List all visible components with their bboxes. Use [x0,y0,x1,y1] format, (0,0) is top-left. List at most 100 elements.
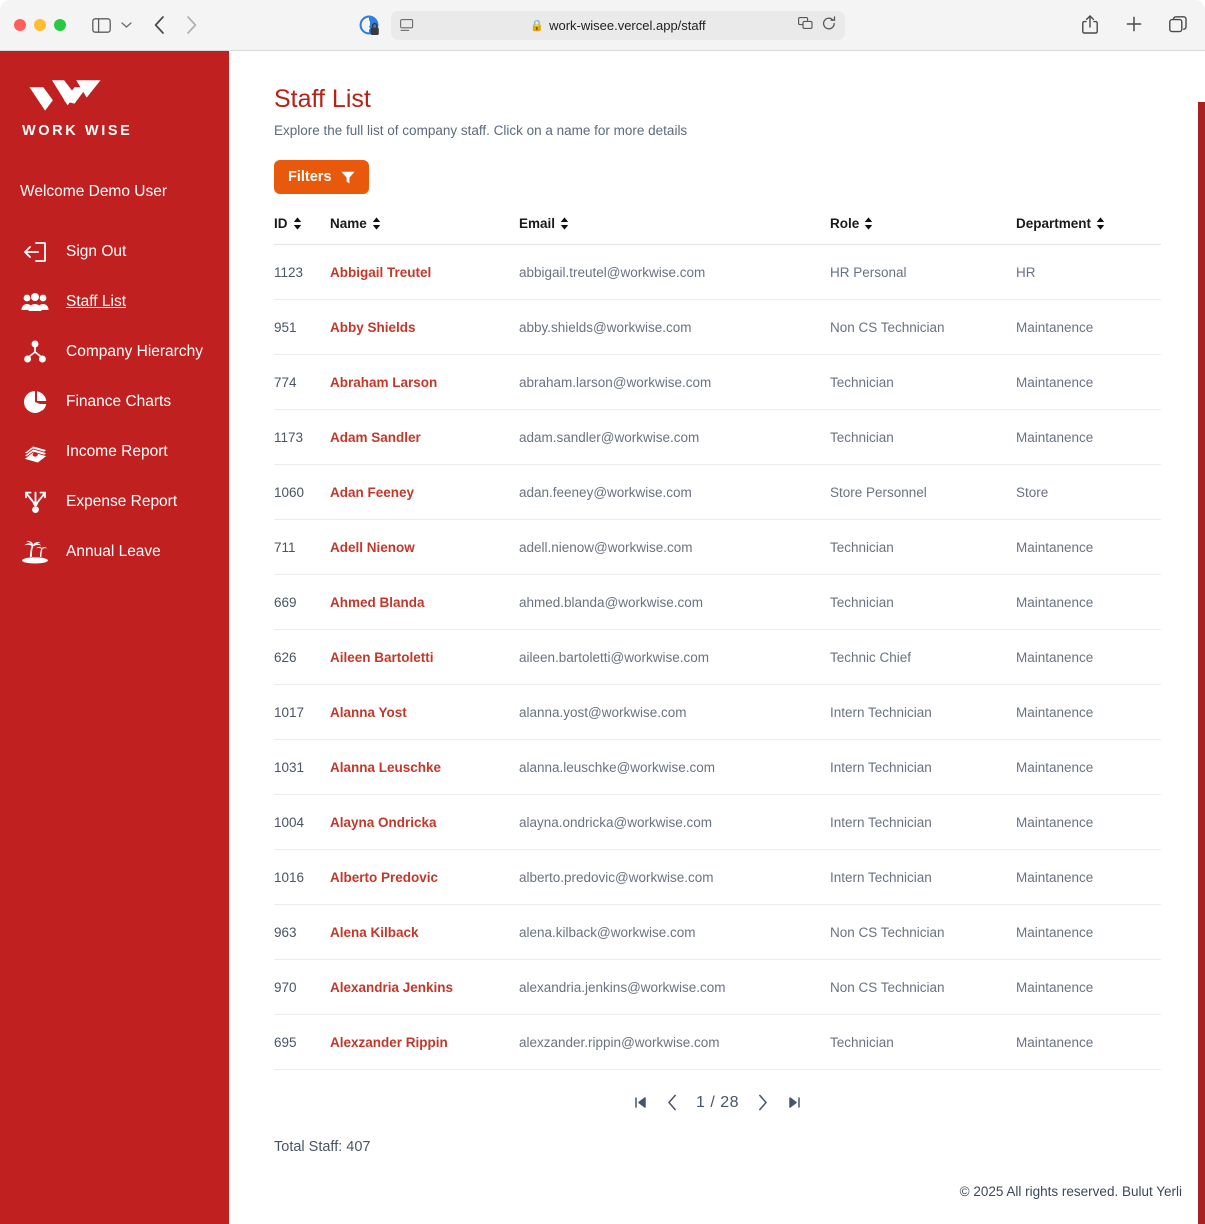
brand-name: WORK WISE [22,123,133,139]
sidebar-item-annual-leave[interactable]: Annual Leave [0,527,229,577]
chevron-down-icon[interactable] [116,14,136,36]
cell-name: Ahmed Blanda [330,574,519,630]
sidebar-item-label: Company Hierarchy [66,343,203,360]
window-right-edge [1198,102,1205,1224]
cell-name: Alanna Yost [330,684,519,740]
table-row: 970 Alexandria Jenkins alexandria.jenkins@… [274,959,1161,1015]
previous-page-button[interactable] [665,1092,680,1113]
cell-department: Store [1016,464,1161,520]
cell-id: 711 [274,519,330,575]
back-button[interactable] [148,13,170,37]
cell-department: Maintanence [1016,739,1161,795]
staff-group-icon [20,288,50,316]
sidebar: WORK WISE Welcome Demo User Sign Out Sta… [0,51,229,1224]
shield-privacy-icon[interactable] [359,15,381,37]
sidebar-item-label: Expense Report [66,493,178,510]
cell-role: Technician [830,574,1016,630]
url-text: work-wisee.vercel.app/staff [549,18,706,33]
staff-name-link[interactable]: Aileen Bartoletti [330,650,434,665]
navigation-buttons [148,13,202,37]
sidebar-item-company-hierarchy[interactable]: Company Hierarchy [0,327,229,377]
sort-updown-icon [372,217,380,230]
table-row: 1031 Alanna Leuschke alanna.leuschke@workw… [274,739,1161,795]
cell-role: Intern Technician [830,794,1016,850]
cell-email: alena.kilback@workwise.com [519,904,830,960]
column-header-department[interactable]: Department [1016,216,1161,245]
main-content: Staff List Explore the full list of comp… [229,51,1205,1224]
first-page-button[interactable] [632,1094,649,1111]
table-header: ID Name Email Role Department [274,216,1161,245]
filters-button[interactable]: Filters [274,160,369,194]
translate-icon[interactable] [798,16,813,35]
sidebar-item-staff-list[interactable]: Staff List [0,277,229,327]
cell-email: alberto.predovic@workwise.com [519,849,830,905]
table-row: 1060 Adan Feeney adan.feeney@workwise.com S… [274,464,1161,520]
staff-name-link[interactable]: Alena Kilback [330,925,419,940]
table-row: 1017 Alanna Yost alanna.yost@workwise.com I… [274,684,1161,740]
sidebar-item-expense-report[interactable]: Expense Report [0,477,229,527]
sidebar-item-sign-out[interactable]: Sign Out [0,227,229,277]
staff-name-link[interactable]: Abraham Larson [330,375,437,390]
table-row: 626 Aileen Bartoletti aileen.bartoletti@wo… [274,629,1161,685]
close-window-button[interactable] [14,19,26,31]
address-bar[interactable]: 🔒 work-wisee.vercel.app/staff [391,11,845,40]
page-indicator: 1 / 28 [695,1093,740,1111]
staff-name-link[interactable]: Alberto Predovic [330,870,438,885]
forward-button[interactable] [180,13,202,37]
column-header-role[interactable]: Role [830,216,1016,245]
sidebar-item-finance-charts[interactable]: Finance Charts [0,377,229,427]
sidebar-item-income-report[interactable]: Income Report [0,427,229,477]
minimize-window-button[interactable] [34,19,46,31]
cell-role: Intern Technician [830,684,1016,740]
cell-name: Adan Feeney [330,464,519,520]
cell-department: Maintanence [1016,574,1161,630]
staff-name-link[interactable]: Ahmed Blanda [330,595,425,610]
reload-icon[interactable] [822,15,836,36]
url-text-container: 🔒 work-wisee.vercel.app/staff [391,18,845,33]
cell-email: alexzander.rippin@workwise.com [519,1014,830,1070]
staff-name-link[interactable]: Alayna Ondricka [330,815,437,830]
cell-id: 963 [274,904,330,960]
column-label: Role [830,216,860,231]
cell-id: 669 [274,574,330,630]
staff-name-link[interactable]: Adan Feeney [330,485,414,500]
cell-name: Alanna Leuschke [330,739,519,795]
staff-name-link[interactable]: Alexandria Jenkins [330,980,453,995]
sidebar-toggle-icon[interactable] [88,14,114,36]
cell-id: 1004 [274,794,330,850]
cell-name: Alena Kilback [330,904,519,960]
next-page-button[interactable] [755,1092,770,1113]
pagination: 1 / 28 [274,1092,1161,1113]
cell-id: 626 [274,629,330,685]
staff-name-link[interactable]: Alexzander Rippin [330,1035,448,1050]
sort-updown-icon [560,217,569,230]
last-page-button[interactable] [786,1094,803,1111]
cell-role: Technician [830,1014,1016,1070]
table-header-row: ID Name Email Role Department [274,216,1161,245]
staff-name-link[interactable]: Adell Nienow [330,540,415,555]
staff-name-link[interactable]: Alanna Yost [330,705,407,720]
share-icon[interactable] [1079,11,1101,37]
cell-id: 970 [274,959,330,1015]
tab-overview-icon[interactable] [1167,11,1189,37]
plus-icon[interactable] [1123,11,1145,37]
filters-button-label: Filters [288,169,332,185]
cell-id: 695 [274,1014,330,1070]
maximize-window-button[interactable] [54,19,66,31]
cell-email: alanna.leuschke@workwise.com [519,739,830,795]
cell-role: Technician [830,519,1016,575]
column-header-email[interactable]: Email [519,216,830,245]
staff-name-link[interactable]: Abbigail Treutel [330,265,431,280]
column-header-id[interactable]: ID [274,216,330,245]
column-label: Department [1016,216,1092,231]
cell-role: Store Personnel [830,464,1016,520]
cell-name: Abraham Larson [330,354,519,410]
staff-name-link[interactable]: Adam Sandler [330,430,421,445]
cell-email: adam.sandler@workwise.com [519,409,830,465]
column-header-name[interactable]: Name [330,216,519,245]
staff-name-link[interactable]: Abby Shields [330,320,416,335]
cell-name: Alexandria Jenkins [330,959,519,1015]
staff-name-link[interactable]: Alanna Leuschke [330,760,441,775]
funnel-icon [340,171,355,183]
sort-updown-icon [865,217,873,230]
